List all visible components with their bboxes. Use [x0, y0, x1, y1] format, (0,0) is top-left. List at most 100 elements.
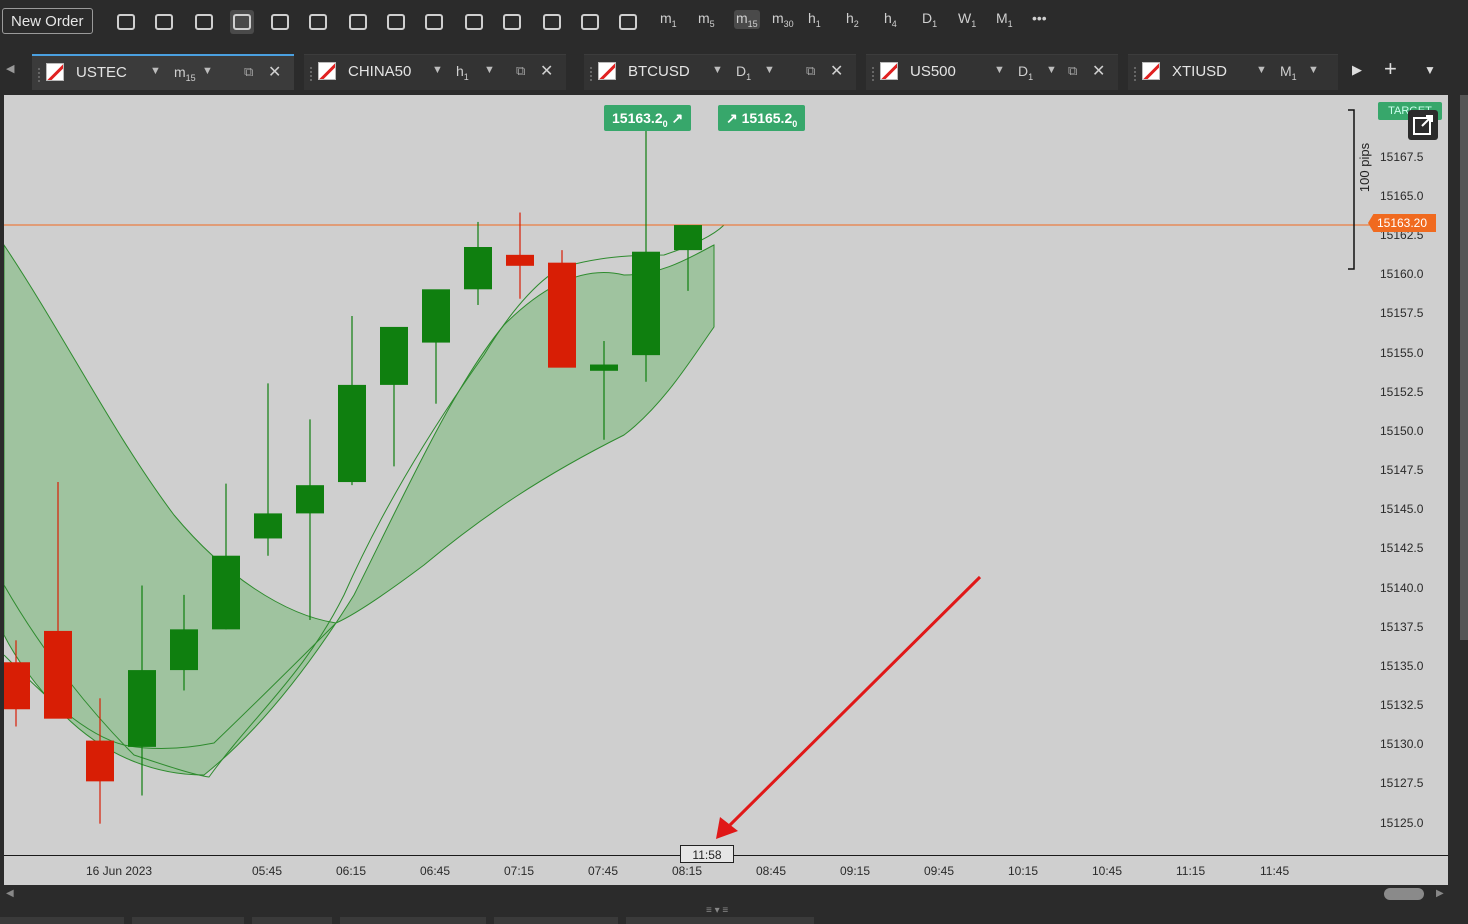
- popout-tab-icon[interactable]: ⧉: [1068, 63, 1077, 79]
- popout-tab-icon[interactable]: ⧉: [516, 63, 525, 79]
- timeframe-dropdown-icon[interactable]: ▼: [484, 64, 495, 76]
- timeframe-button-m1[interactable]: m1: [660, 10, 677, 29]
- popout-chart-icon[interactable]: [1408, 110, 1438, 140]
- grid-icon[interactable]: [192, 10, 216, 34]
- price-axis-label: 15155.0: [1380, 345, 1424, 360]
- chart-tab-ustec[interactable]: USTEC ▼ m15 ▼ ⧉ ✕: [32, 54, 294, 90]
- indicator-band-upper: [4, 244, 715, 776]
- status-panel-tab[interactable]: [0, 917, 124, 924]
- candle-body: [4, 662, 30, 710]
- symbol-dropdown-icon[interactable]: ▼: [994, 64, 1005, 76]
- tab-grip-icon[interactable]: [1134, 67, 1140, 81]
- tab-grip-icon[interactable]: [310, 67, 316, 81]
- chart-area[interactable]: [4, 95, 1376, 855]
- horizontal-scrollbar[interactable]: ◀ ▶: [4, 885, 1448, 903]
- robot-icon[interactable]: [500, 10, 524, 34]
- split-chart-icon[interactable]: [268, 10, 292, 34]
- symbol-dropdown-icon[interactable]: ▼: [712, 64, 723, 76]
- timeframe-main: h: [846, 10, 854, 26]
- timeframe-dropdown-icon[interactable]: ▼: [202, 65, 213, 77]
- close-tab-icon[interactable]: ✕: [830, 61, 843, 81]
- timeframe-main: m: [698, 10, 710, 26]
- arrow-up-right-icon: ↗: [671, 110, 684, 126]
- single-chart-icon[interactable]: [230, 10, 254, 34]
- settings-icon[interactable]: [616, 10, 640, 34]
- chart-tab-us500[interactable]: US500 ▼ D1 ▼ ⧉ ✕: [866, 54, 1118, 90]
- main-toolbar: New Order m1 m5 m15 m30 h1 h2 h4 D1 W1 M1 •••: [0, 0, 1468, 44]
- symbol-dropdown-icon[interactable]: ▼: [1256, 64, 1267, 76]
- tab-grip-icon[interactable]: [872, 67, 878, 81]
- symbol-dropdown-icon[interactable]: ▼: [150, 65, 161, 77]
- chart-tab-btcusd[interactable]: BTCUSD ▼ D1 ▼ ⧉ ✕: [584, 54, 856, 90]
- status-panel-tab[interactable]: [626, 917, 814, 924]
- time-axis-label: 07:45: [588, 864, 619, 878]
- tab-timeframe[interactable]: m15: [174, 64, 196, 83]
- chart-mode-icon[interactable]: [114, 10, 138, 34]
- price-axis[interactable]: 15167.5 15165.0 15162.5 15160.0 15157.5 15155…: [1376, 95, 1448, 855]
- time-axis-label: 06:45: [420, 864, 451, 878]
- timeframe-dropdown-icon[interactable]: ▼: [1308, 64, 1319, 76]
- eye-icon[interactable]: [578, 10, 602, 34]
- tab-timeframe[interactable]: D1: [736, 63, 751, 82]
- time-axis-label: 08:15: [672, 864, 703, 878]
- tab-grip-icon[interactable]: [590, 67, 596, 81]
- timeframe-button-h4[interactable]: h4: [884, 10, 897, 29]
- layout-icon[interactable]: [152, 10, 176, 34]
- close-tab-icon[interactable]: ✕: [540, 61, 553, 81]
- new-order-button[interactable]: New Order: [2, 8, 93, 34]
- timeframe-button-h2[interactable]: h2: [846, 10, 859, 29]
- candle-body: [590, 364, 618, 371]
- close-tab-icon[interactable]: ✕: [268, 62, 281, 82]
- timeframe-button-M1[interactable]: M1: [996, 10, 1013, 29]
- popout-tab-icon[interactable]: ⧉: [244, 64, 253, 80]
- panel-resize-handle-icon[interactable]: ≡ ▾ ≡: [706, 905, 728, 916]
- tab-grip-icon[interactable]: [38, 68, 44, 82]
- popout-tab-icon[interactable]: ⧉: [806, 63, 815, 79]
- timeframe-dropdown-icon[interactable]: ▼: [764, 64, 775, 76]
- timeframe-button-h1[interactable]: h1: [808, 10, 821, 29]
- zoom-in-icon[interactable]: [384, 10, 408, 34]
- price-axis-label: 15167.5: [1380, 149, 1424, 164]
- timeframe-dropdown-icon[interactable]: ▼: [1046, 64, 1057, 76]
- candle-body: [128, 670, 156, 747]
- timeframe-button-m15[interactable]: m15: [734, 10, 760, 29]
- tabs-menu-icon[interactable]: ▼: [1424, 63, 1436, 77]
- tabs-scroll-left-icon[interactable]: ◀: [6, 62, 14, 75]
- indicators-icon[interactable]: [422, 10, 446, 34]
- timeframe-button-m5[interactable]: m5: [698, 10, 715, 29]
- sell-price-badge[interactable]: 15163.20 ↗: [604, 105, 692, 131]
- price-axis-label: 15135.0: [1380, 658, 1424, 673]
- candlestick-chart[interactable]: [4, 95, 1376, 855]
- more-menu-button[interactable]: •••: [1032, 10, 1047, 26]
- f-icon[interactable]: [462, 10, 486, 34]
- buy-price-badge[interactable]: ↗ 15165.20: [718, 105, 806, 131]
- tab-timeframe[interactable]: h1: [456, 63, 469, 82]
- close-tab-icon[interactable]: ✕: [1092, 61, 1105, 81]
- candle-body: [338, 384, 366, 483]
- status-panel-tab[interactable]: [340, 917, 486, 924]
- timeframe-button-W1[interactable]: W1: [958, 10, 976, 29]
- symbol-flag-icon: [1142, 62, 1160, 80]
- tab-timeframe[interactable]: D1: [1018, 63, 1033, 82]
- scroll-left-icon[interactable]: ◀: [6, 888, 14, 899]
- tab-tf-sub: 1: [463, 71, 469, 82]
- status-panel-tab[interactable]: [132, 917, 244, 924]
- tab-symbol: BTCUSD: [628, 63, 690, 80]
- symbol-dropdown-icon[interactable]: ▼: [432, 64, 443, 76]
- scrollbar-thumb[interactable]: [1384, 888, 1424, 900]
- vertical-scrollbar[interactable]: [1460, 95, 1468, 640]
- zoom-out-icon[interactable]: [346, 10, 370, 34]
- add-tab-icon[interactable]: +: [1384, 56, 1397, 82]
- tabs-scroll-right-icon[interactable]: ▶: [1352, 62, 1362, 78]
- tab-timeframe[interactable]: M1: [1280, 63, 1297, 82]
- draw-icon[interactable]: [306, 10, 330, 34]
- scroll-right-icon[interactable]: ▶: [1436, 888, 1444, 899]
- status-panel-tab[interactable]: [494, 917, 618, 924]
- chart-tab-china50[interactable]: CHINA50 ▼ h1 ▼ ⧉ ✕: [304, 54, 566, 90]
- timeframe-sub: 5: [709, 18, 715, 29]
- layers-icon[interactable]: [540, 10, 564, 34]
- chart-tab-xtiusd[interactable]: XTIUSD ▼ M1 ▼: [1128, 54, 1338, 90]
- status-panel-tab[interactable]: [252, 917, 332, 924]
- timeframe-button-m30[interactable]: m30: [772, 10, 794, 29]
- timeframe-button-D1[interactable]: D1: [922, 10, 937, 29]
